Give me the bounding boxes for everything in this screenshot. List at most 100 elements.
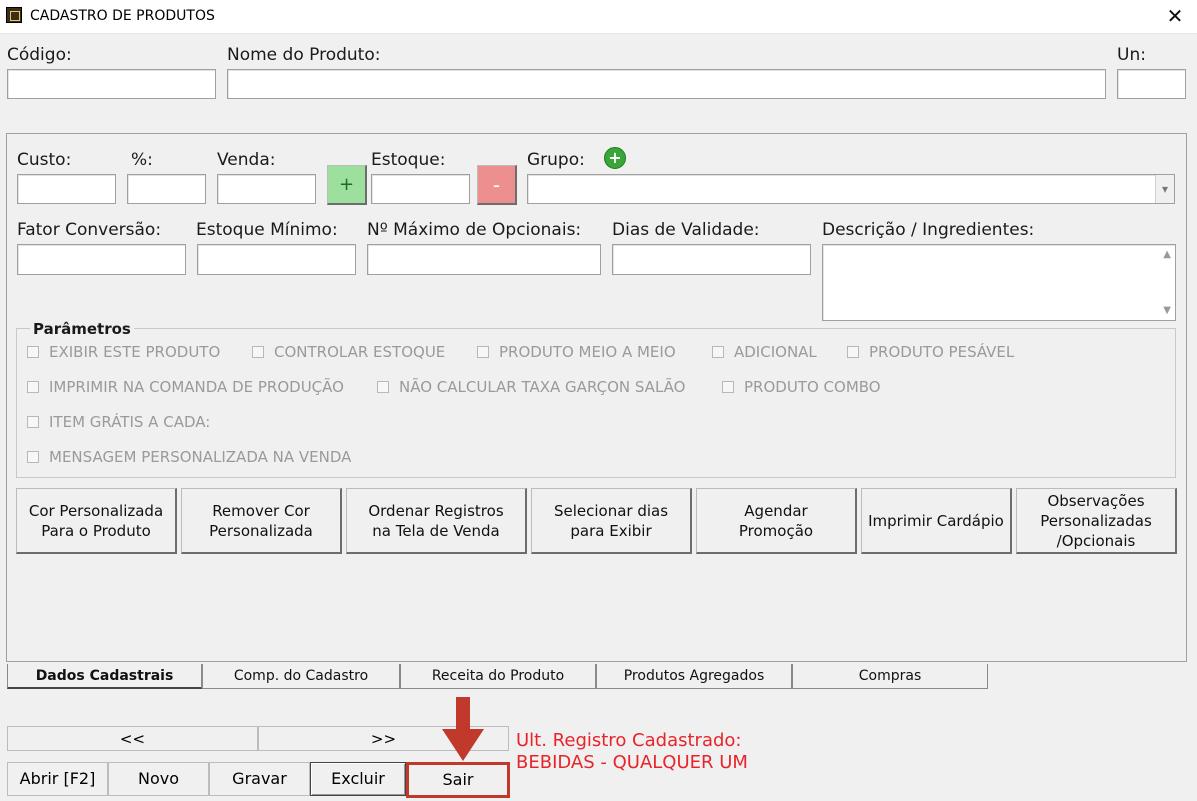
ultimo-registro-label: Ult. Registro Cadastrado: — [516, 730, 742, 751]
button-label: /Opcionais — [1056, 531, 1136, 550]
close-icon[interactable]: ✕ — [1160, 4, 1190, 28]
checkbox-label: ADICIONAL — [734, 343, 817, 361]
dias-validade-label: Dias de Validade: — [612, 220, 760, 240]
tab-dados-cadastrais[interactable]: Dados Cadastrais — [7, 664, 202, 689]
fator-conversao-input[interactable] — [17, 244, 186, 275]
scroll-down-icon[interactable]: ▼ — [1163, 305, 1171, 316]
venda-input[interactable] — [217, 174, 316, 204]
parametros-title: Parâmetros — [30, 320, 134, 338]
button-label: Selecionar dias — [553, 501, 669, 520]
tab-compras[interactable]: Compras — [792, 664, 988, 689]
add-grupo-icon[interactable]: + — [604, 147, 626, 169]
checkbox-box[interactable] — [252, 346, 264, 358]
prev-record-button[interactable]: << — [7, 726, 258, 751]
plus-button[interactable]: + — [327, 165, 367, 205]
checkbox-item-gratis[interactable]: ITEM GRÁTIS A CADA: — [27, 413, 210, 431]
button-label: Observações — [1047, 491, 1145, 510]
checkbox-imprimir-comanda[interactable]: IMPRIMIR NA COMANDA DE PRODUÇÃO — [27, 378, 344, 396]
checkbox-box[interactable] — [847, 346, 859, 358]
percent-label: %: — [131, 150, 153, 170]
checkbox-box[interactable] — [377, 381, 389, 393]
checkbox-box[interactable] — [722, 381, 734, 393]
grupo-label: Grupo: — [527, 150, 585, 170]
checkbox-label: ITEM GRÁTIS A CADA: — [49, 413, 211, 431]
button-label: Para o Produto — [41, 521, 151, 540]
max-opcionais-label: Nº Máximo de Opcionais: — [367, 220, 582, 240]
button-label: Imprimir Cardápio — [868, 511, 1004, 530]
gravar-button[interactable]: Gravar — [209, 762, 310, 796]
selecionar-dias-button[interactable]: Selecionar dias para Exibir — [531, 488, 692, 554]
checkbox-meio-a-meio[interactable]: PRODUTO MEIO A MEIO — [477, 343, 676, 361]
checkbox-controlar-estoque[interactable]: CONTROLAR ESTOQUE — [252, 343, 445, 361]
checkbox-box[interactable] — [712, 346, 724, 358]
minus-button[interactable]: - — [477, 165, 517, 205]
button-label: Promoção — [738, 521, 814, 540]
checkbox-exibir-produto[interactable]: EXIBIR ESTE PRODUTO — [27, 343, 220, 361]
checkbox-box[interactable] — [27, 381, 39, 393]
unidade-label: Un: — [1117, 45, 1146, 65]
codigo-input[interactable] — [7, 69, 216, 99]
checkbox-adicional[interactable]: ADICIONAL — [712, 343, 817, 361]
grupo-select[interactable]: ▾ — [527, 174, 1175, 204]
checkbox-nao-calcular-taxa[interactable]: NÃO CALCULAR TAXA GARÇON SALÃO — [377, 378, 685, 396]
remover-cor-button[interactable]: Remover Cor Personalizada — [181, 488, 342, 554]
max-opcionais-input[interactable] — [367, 244, 601, 275]
estoque-minimo-label: Estoque Mínimo: — [196, 220, 338, 240]
descricao-label: Descrição / Ingredientes: — [822, 220, 1035, 240]
button-label: Ordenar Registros — [368, 501, 504, 520]
checkbox-label: EXIBIR ESTE PRODUTO — [49, 343, 221, 361]
tab-comp-cadastro[interactable]: Comp. do Cadastro — [202, 664, 400, 689]
abrir-button[interactable]: Abrir [F2] — [7, 762, 108, 796]
cor-personalizada-button[interactable]: Cor Personalizada Para o Produto — [16, 488, 177, 554]
excluir-button[interactable]: Excluir — [310, 762, 406, 796]
button-label: Agendar — [744, 501, 808, 520]
button-label: Personalizada — [209, 521, 313, 540]
unidade-input[interactable] — [1117, 69, 1186, 99]
descricao-textarea[interactable]: ▲ ▼ — [822, 244, 1176, 321]
tab-produtos-agregados[interactable]: Produtos Agregados — [596, 664, 792, 689]
tab-receita-produto[interactable]: Receita do Produto — [400, 664, 596, 689]
checkbox-mensagem-personalizada[interactable]: MENSAGEM PERSONALIZADA NA VENDA — [27, 448, 351, 466]
checkbox-label: MENSAGEM PERSONALIZADA NA VENDA — [49, 448, 352, 466]
checkbox-label: IMPRIMIR NA COMANDA DE PRODUÇÃO — [49, 378, 344, 396]
chevron-down-icon[interactable]: ▾ — [1155, 175, 1174, 203]
checkbox-label: PRODUTO PESÁVEL — [869, 343, 1015, 361]
button-label: para Exibir — [570, 521, 652, 540]
nome-produto-input[interactable] — [227, 69, 1106, 99]
button-label: Personalizadas — [1040, 511, 1152, 530]
sair-button[interactable]: Sair — [406, 762, 510, 798]
dias-validade-input[interactable] — [612, 244, 811, 275]
fator-conversao-label: Fator Conversão: — [17, 220, 162, 240]
checkbox-label: NÃO CALCULAR TAXA GARÇON SALÃO — [399, 378, 686, 396]
observacoes-personalizadas-button[interactable]: Observações Personalizadas/Opcionais — [1016, 488, 1177, 554]
red-arrow-annotation — [442, 697, 484, 761]
novo-button[interactable]: Novo — [108, 762, 209, 796]
app-icon — [6, 7, 22, 23]
scroll-up-icon[interactable]: ▲ — [1163, 249, 1171, 260]
estoque-input[interactable] — [371, 174, 470, 204]
checkbox-pesavel[interactable]: PRODUTO PESÁVEL — [847, 343, 1014, 361]
custo-label: Custo: — [17, 150, 72, 170]
checkbox-label: PRODUTO MEIO A MEIO — [499, 343, 676, 361]
estoque-minimo-input[interactable] — [197, 244, 356, 275]
custo-input[interactable] — [17, 174, 116, 204]
venda-label: Venda: — [217, 150, 276, 170]
button-label: Cor Personalizada — [28, 501, 164, 520]
ordenar-registros-button[interactable]: Ordenar Registros na Tela de Venda — [346, 488, 527, 554]
percent-input[interactable] — [127, 174, 206, 204]
checkbox-label: PRODUTO COMBO — [744, 378, 881, 396]
button-label: Remover Cor — [212, 501, 310, 520]
checkbox-combo[interactable]: PRODUTO COMBO — [722, 378, 881, 396]
estoque-label: Estoque: — [371, 150, 446, 170]
imprimir-cardapio-button[interactable]: Imprimir Cardápio — [861, 488, 1012, 554]
agendar-promocao-button[interactable]: Agendar Promoção — [696, 488, 857, 554]
checkbox-box[interactable] — [27, 451, 39, 463]
nome-produto-label: Nome do Produto: — [227, 45, 381, 65]
checkbox-box[interactable] — [27, 346, 39, 358]
checkbox-box[interactable] — [477, 346, 489, 358]
checkbox-box[interactable] — [27, 416, 39, 428]
ultimo-registro-value: BEBIDAS - QUALQUER UM — [516, 752, 748, 773]
codigo-label: Código: — [7, 45, 72, 65]
window-title: CADASTRO DE PRODUTOS — [30, 8, 215, 24]
checkbox-label: CONTROLAR ESTOQUE — [274, 343, 446, 361]
